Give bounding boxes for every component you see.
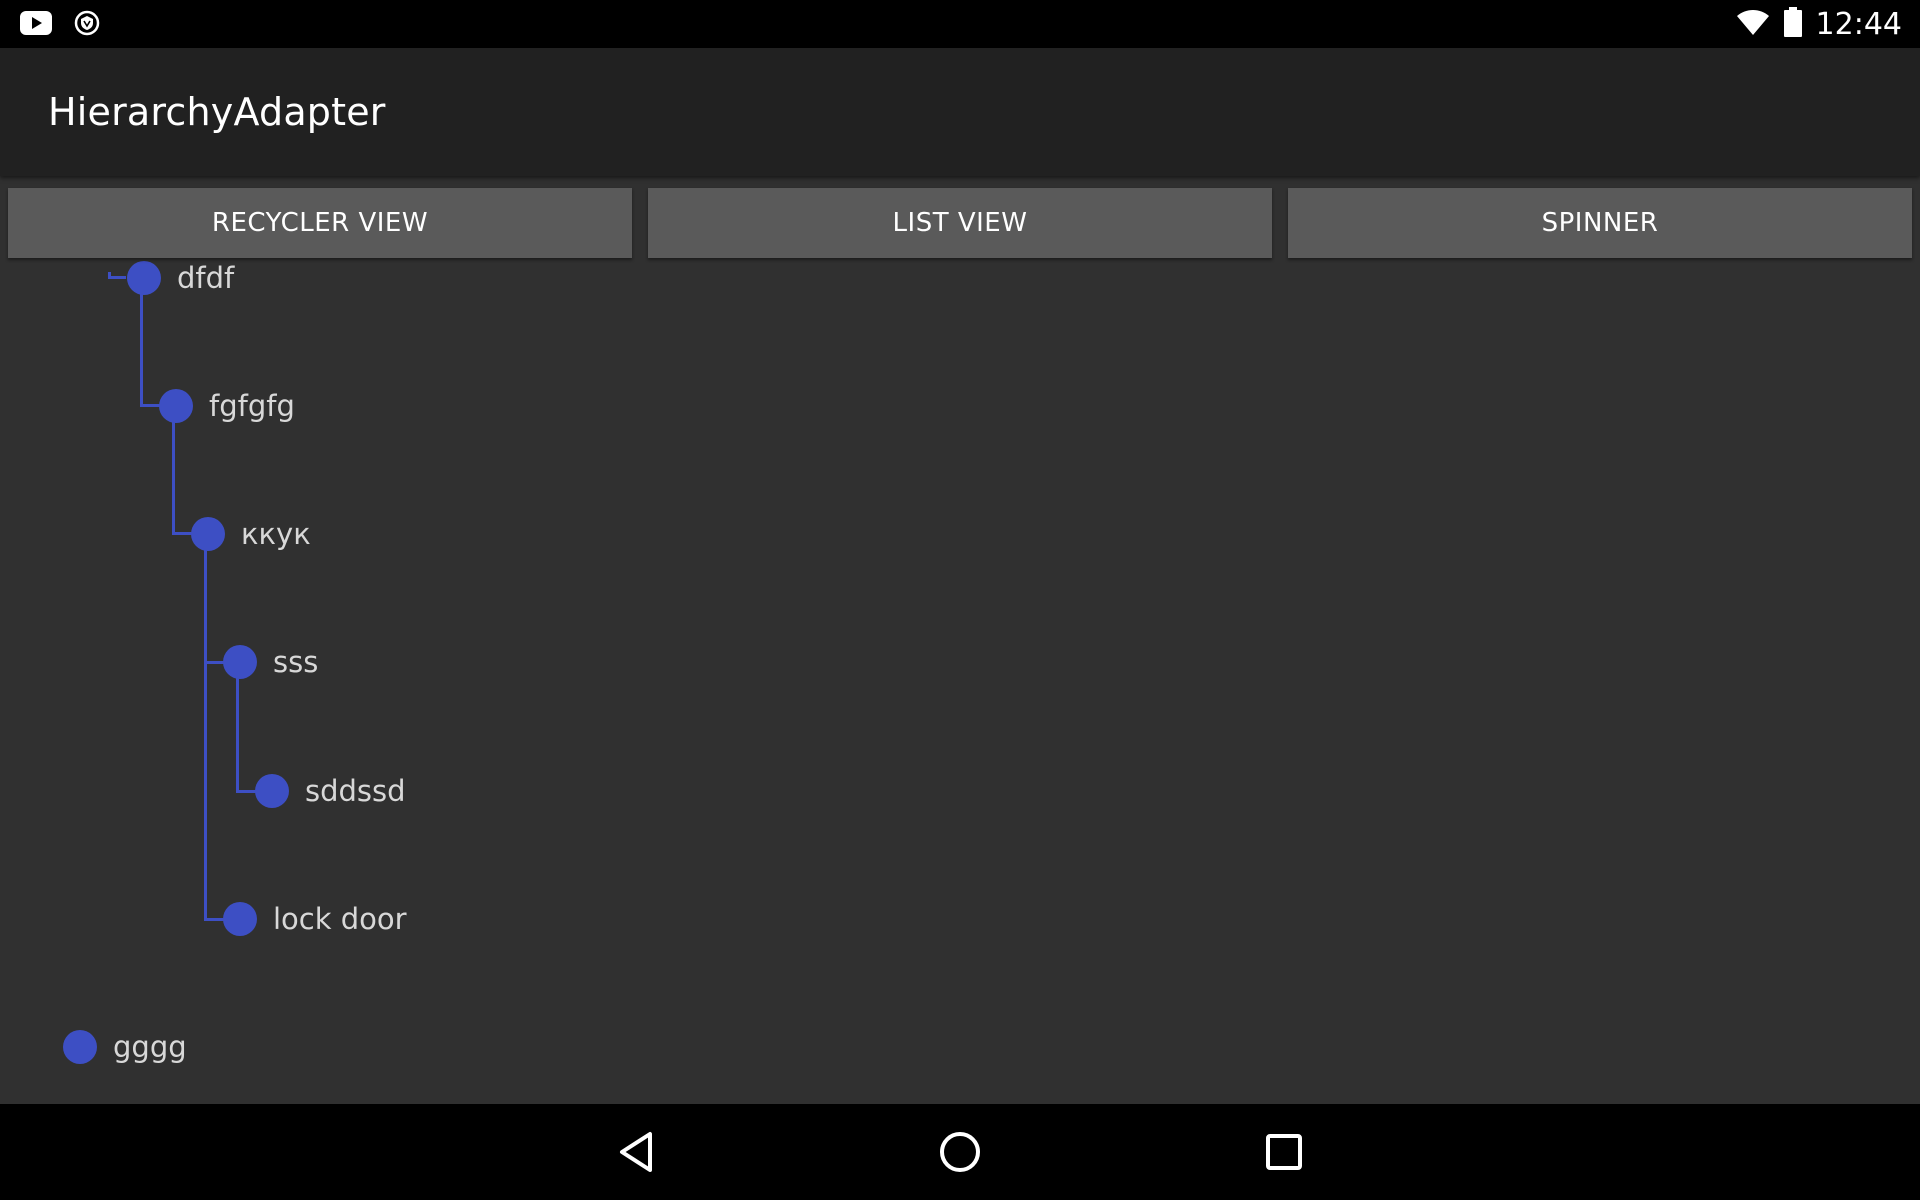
recycler-view-button[interactable]: RECYCLER VIEW: [8, 188, 632, 258]
tree-connector: [204, 918, 224, 921]
page-title: HierarchyAdapter: [48, 90, 386, 134]
tree-item-label: ккук: [241, 517, 311, 551]
spinner-button[interactable]: SPINNER: [1288, 188, 1912, 258]
back-icon: [620, 1132, 652, 1172]
status-bar: 12:44: [0, 0, 1920, 48]
tree-item[interactable]: gggg: [63, 1027, 187, 1067]
tree-item-label: lock door: [273, 902, 407, 936]
node-bullet-icon: [223, 645, 257, 679]
tree-item[interactable]: sddssd: [255, 771, 406, 811]
node-bullet-icon: [223, 902, 257, 936]
tree-connector: [140, 404, 160, 407]
list-view-button[interactable]: LIST VIEW: [648, 188, 1272, 258]
wifi-icon: [1736, 8, 1770, 41]
tree-connector: [236, 790, 256, 793]
tree-item[interactable]: sss: [223, 642, 318, 682]
tree-connector: [172, 422, 175, 534]
node-bullet-icon: [255, 774, 289, 808]
tree-item[interactable]: ккук: [191, 514, 311, 554]
tree-connector: [236, 678, 239, 792]
clock: 12:44: [1815, 6, 1902, 42]
system-icons: 12:44: [1736, 6, 1902, 42]
node-bullet-icon: [191, 517, 225, 551]
recents-icon: [1266, 1134, 1302, 1170]
main-content: RECYCLER VIEW LIST VIEW SPINNER dfdf fgf…: [0, 176, 1920, 1104]
tree-item[interactable]: fgfgfg: [159, 386, 295, 426]
back-button[interactable]: [606, 1122, 666, 1182]
vpn-shield-icon: [74, 10, 100, 41]
tree-connector: [204, 550, 207, 920]
battery-icon: [1783, 6, 1802, 42]
notification-icons: [20, 10, 100, 41]
navigation-bar: [0, 1104, 1920, 1200]
hierarchy-tree[interactable]: dfdf fgfgfg ккук sss sddssd lock door gg…: [0, 176, 1920, 1104]
mode-button-row: RECYCLER VIEW LIST VIEW SPINNER: [0, 176, 1920, 286]
node-bullet-icon: [63, 1030, 97, 1064]
tree-item-label: sddssd: [305, 774, 406, 808]
tree-item-label: sss: [273, 645, 319, 679]
node-bullet-icon: [159, 389, 193, 423]
tree-connector: [172, 532, 192, 535]
tree-item-label: fgfgfg: [209, 389, 295, 423]
recents-button[interactable]: [1254, 1122, 1314, 1182]
app-toolbar: HierarchyAdapter: [0, 48, 1920, 176]
tree-connector: [204, 661, 224, 664]
youtube-icon: [20, 11, 52, 40]
tree-connector: [140, 294, 143, 406]
tree-item-label: gggg: [113, 1030, 187, 1064]
home-icon: [940, 1132, 980, 1172]
tree-item[interactable]: lock door: [223, 899, 407, 939]
home-button[interactable]: [930, 1122, 990, 1182]
